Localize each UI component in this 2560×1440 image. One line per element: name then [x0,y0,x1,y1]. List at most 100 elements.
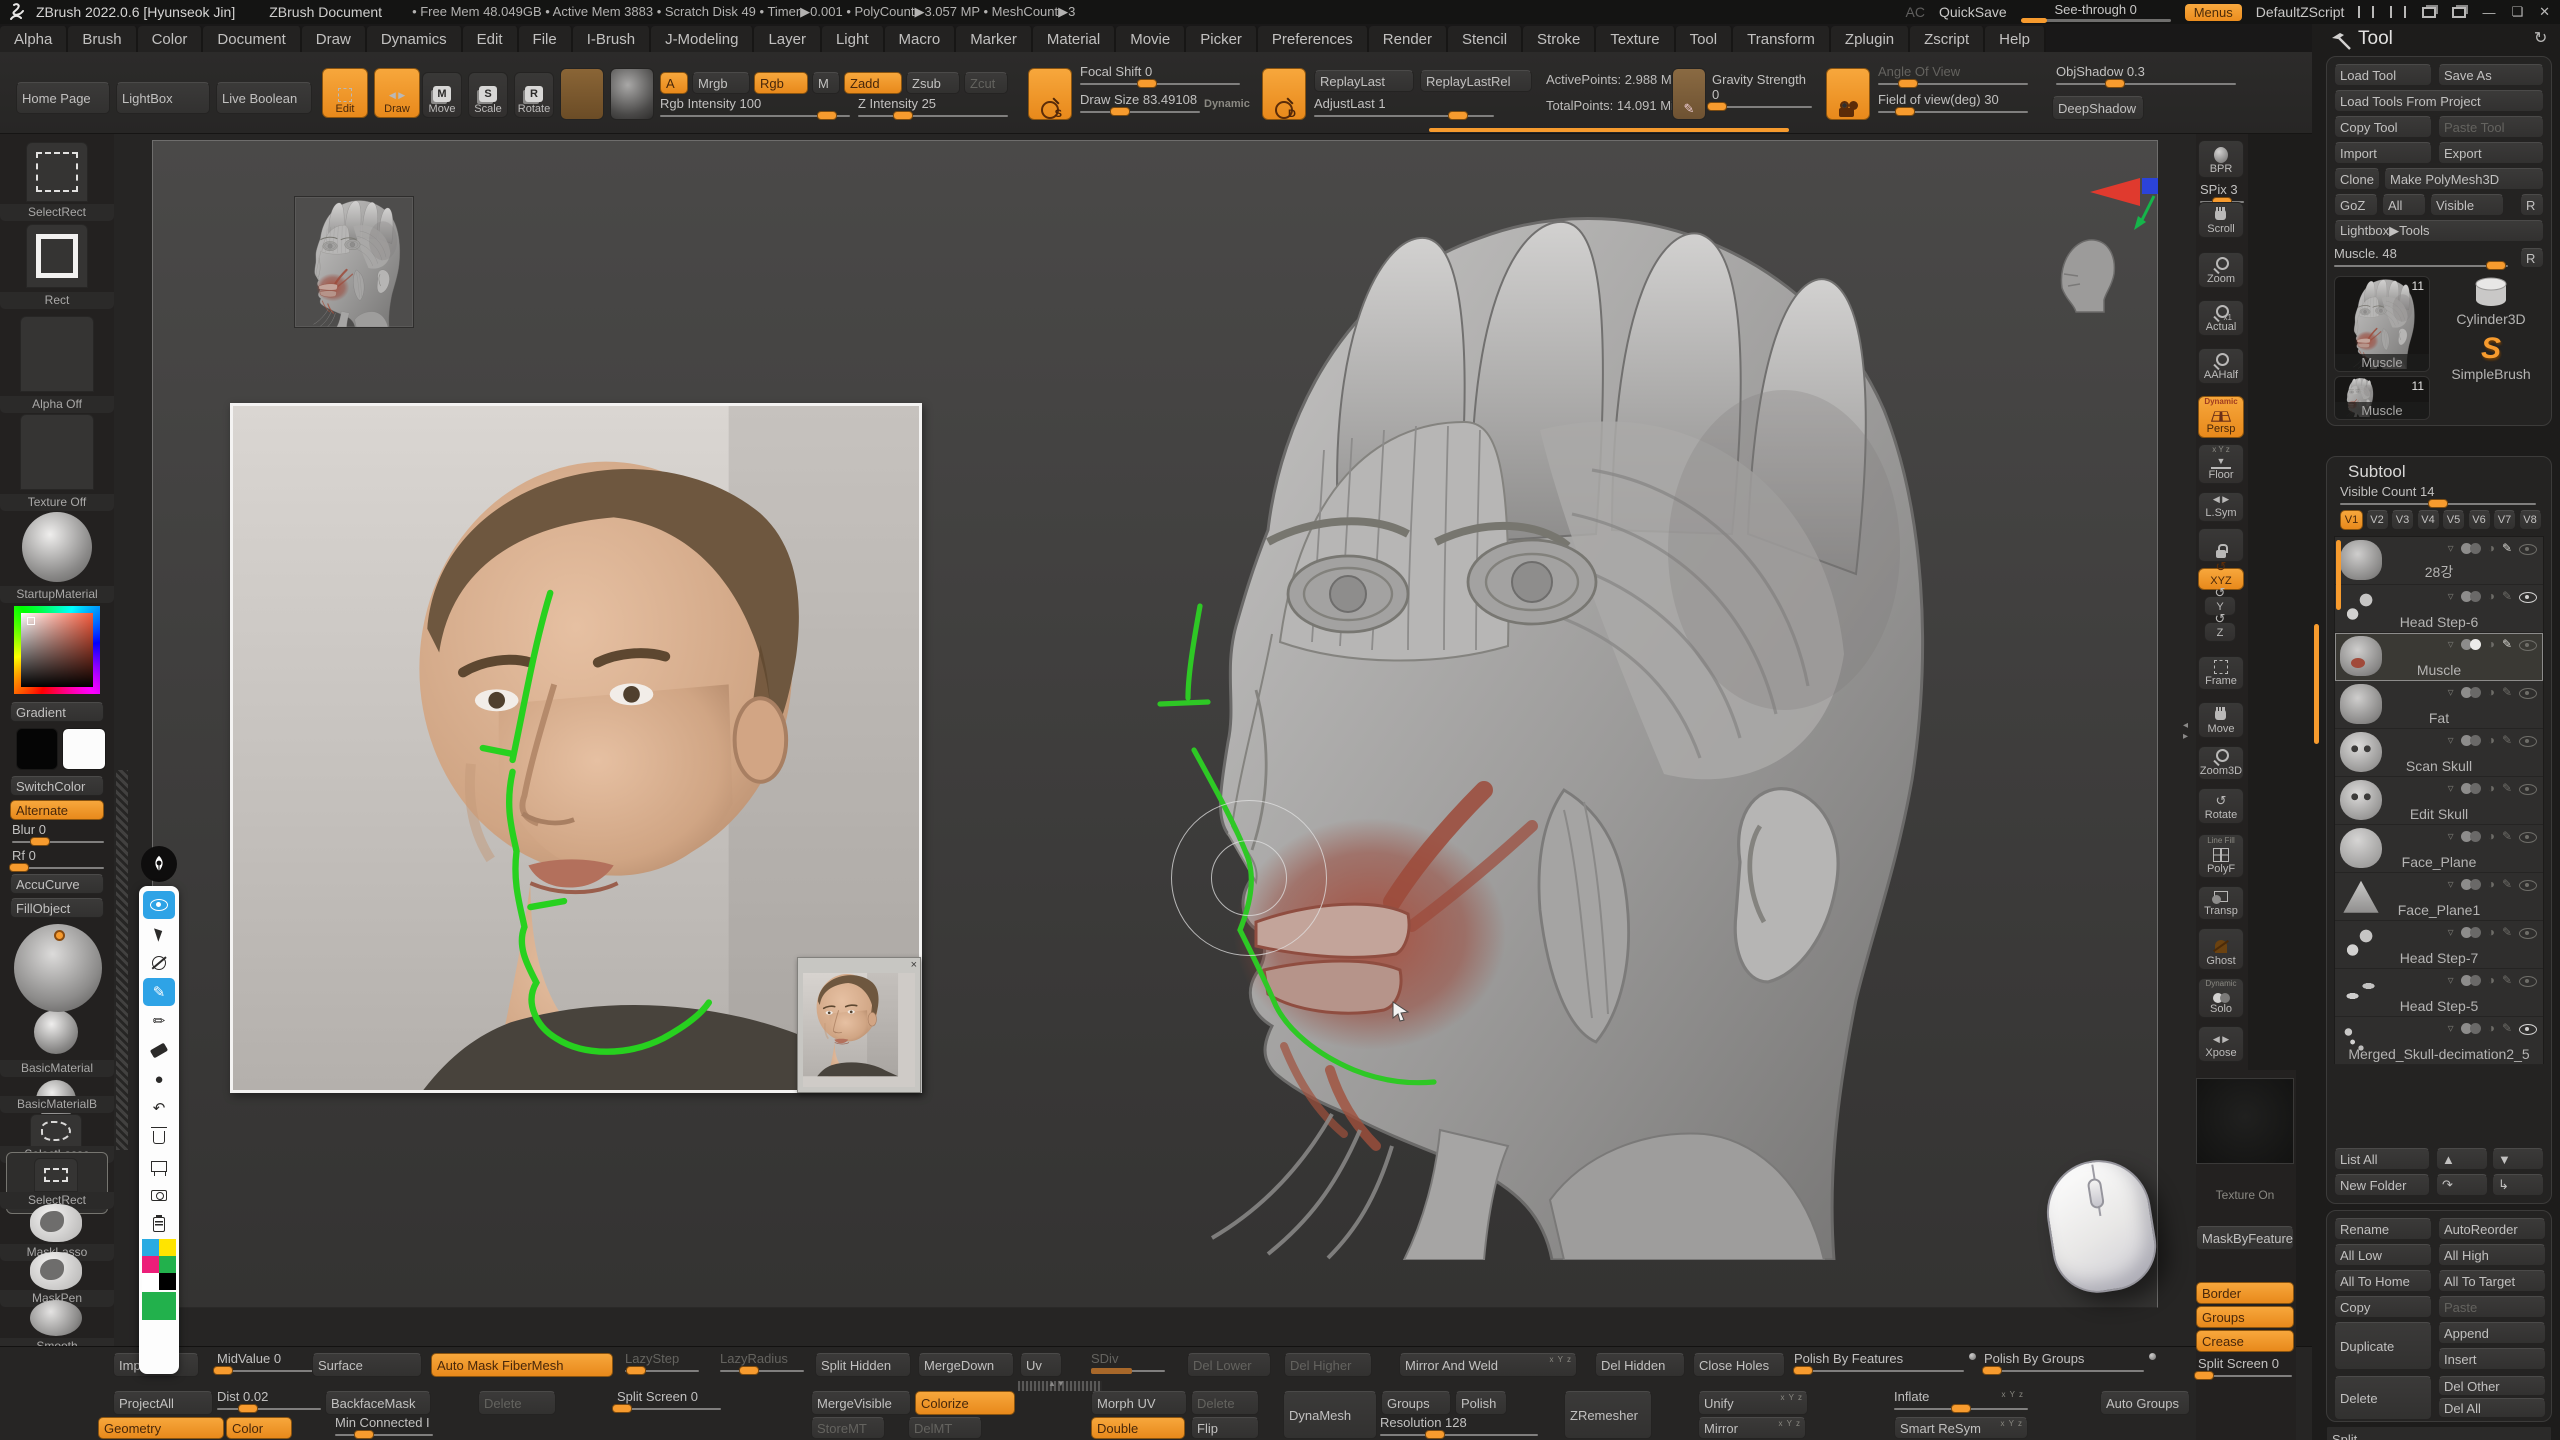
angle-of-view-slider[interactable]: Angle Of View [1878,64,2028,85]
resolution-128-slider[interactable]: Resolution 128 [1380,1415,1538,1436]
slider-handle[interactable] [739,1366,759,1375]
midvalue-0-slider[interactable]: MidValue 0 [217,1351,313,1372]
load-tool-button[interactable]: Load Tool [2334,64,2432,86]
storemt-button[interactable]: StoreMT [811,1417,885,1439]
del-other-button[interactable]: Del Other [2438,1376,2546,1396]
rf-0-slider[interactable]: Rf 0 [12,848,104,869]
selectrect-thumbnail[interactable] [26,142,88,202]
subtool-paintbrush-icon[interactable]: ✎ [2502,829,2512,843]
v-button-1[interactable]: V1 [2340,510,2363,530]
subtool-contrast-icon[interactable]: ◑ [2488,781,2495,795]
save-as-button[interactable]: Save As [2438,64,2544,86]
arrange-windows-icon[interactable] [2422,7,2436,18]
adjustlast-1-slider[interactable]: AdjustLast 1 [1314,96,1494,117]
lightbox-tools-button[interactable]: Lightbox▶Tools [2334,220,2544,242]
menu-brush[interactable]: Brush [68,26,137,52]
menu-color[interactable]: Color [138,26,204,52]
color-swatch[interactable] [142,1256,159,1273]
groups-button[interactable]: Groups [1381,1391,1451,1415]
sdiv-slider[interactable]: SDiv [1091,1351,1165,1372]
camera-lock-button[interactable] [2198,528,2244,562]
stopwatch-icon[interactable] [143,949,175,977]
eraser-icon[interactable] [143,1036,175,1064]
duplicate-button[interactable]: Duplicate [2334,1322,2432,1370]
lightbox-button[interactable]: LightBox [116,82,210,114]
subtool-contrast-icon[interactable]: ◑ [2488,829,2495,843]
draw-mode-button[interactable]: ◀ ▶Draw [374,68,420,118]
frame-button[interactable]: Frame [2198,656,2244,690]
double-button[interactable]: Double [1091,1417,1185,1439]
del-higher-button[interactable]: Del Higher [1284,1353,1372,1377]
subtool-eye-icon[interactable] [2519,638,2537,651]
lazyradius-slider[interactable]: LazyRadius [720,1351,804,1372]
subtool-arrow-icon[interactable]: ▿ [2448,733,2454,747]
item-button[interactable]: ▼ [2492,1148,2544,1170]
tool-thumbnail-cylinder3d[interactable]: Cylinder3D [2438,276,2544,328]
pencil-icon[interactable]: ✏ [143,1007,175,1035]
menu-zplugin[interactable]: Zplugin [1831,26,1910,52]
subtool-row-fat[interactable]: ▿ ◑ ✎ Fat [2335,681,2543,729]
zcut-button[interactable]: Zcut [964,72,1008,94]
muscle-48-slider[interactable]: Muscle. 48 [2334,246,2508,267]
subtool-eye-icon[interactable] [2519,542,2537,555]
delmt-button[interactable]: DelMT [908,1417,982,1439]
menu-tool[interactable]: Tool [1676,26,1734,52]
current-material-thumbnail[interactable] [610,68,654,120]
slider-handle[interactable] [1448,111,1468,120]
projectall-button[interactable]: ProjectAll [113,1391,213,1415]
v-button-7[interactable]: V7 [2493,510,2516,530]
slider-handle[interactable] [1425,1430,1445,1439]
subtool-paintbrush-icon[interactable]: ✎ [2502,541,2512,555]
v-button-5[interactable]: V5 [2442,510,2465,530]
zsub-button[interactable]: Zsub [906,72,960,94]
color-picker[interactable] [14,606,100,694]
gravity-strength-0-slider[interactable]: Gravity Strength 0 [1712,72,1812,108]
easel-icon[interactable] [143,1152,175,1180]
blur-0-slider[interactable]: Blur 0 [12,822,104,843]
see-through-slider[interactable]: See-through 0 [2021,2,2171,22]
subtool-eye-icon[interactable] [2519,1022,2537,1035]
insert-button[interactable]: Insert [2438,1348,2546,1370]
border-button[interactable]: Border [2196,1282,2294,1304]
sculpt-model-head[interactable] [1140,190,1950,1260]
subtool-eye-icon[interactable] [2519,782,2537,795]
dot-icon[interactable]: ● [143,1065,175,1093]
slider-handle[interactable] [626,1366,646,1375]
highlighter-icon[interactable]: ✎ [143,978,175,1006]
subtool-arrow-icon[interactable]: ▿ [2448,973,2454,987]
menu-macro[interactable]: Macro [885,26,957,52]
subtool-arrow-icon[interactable]: ▿ [2448,925,2454,939]
restore-button[interactable]: ❏ [2511,4,2523,20]
rect-thumbnail[interactable] [26,224,88,288]
subtool-arrow-icon[interactable]: ▿ [2448,781,2454,795]
all-to-home-button[interactable]: All To Home [2334,1270,2432,1292]
menu-alpha[interactable]: Alpha [0,26,68,52]
rgb-intensity-100-slider[interactable]: Rgb Intensity 100 [660,96,850,117]
del-lower-button[interactable]: Del Lower [1187,1353,1271,1377]
trash-icon[interactable] [143,1123,175,1151]
selectrect-thumbnail[interactable] [34,1158,78,1192]
minimize-button[interactable]: — [2482,5,2495,20]
delete-button[interactable]: Delete [478,1391,556,1415]
menu-file[interactable]: File [519,26,573,52]
replaylastrel-button[interactable]: ReplayLastRel [1420,70,1532,92]
color-swatch[interactable] [159,1239,176,1256]
cursor-icon[interactable] [143,920,175,948]
paste-button[interactable]: Paste [2438,1296,2546,1318]
menu-help[interactable]: Help [1985,26,2046,52]
split-hidden-button[interactable]: Split Hidden [815,1353,911,1377]
l-sym-button[interactable]: ◀ ▶L.Sym [2198,492,2244,522]
z-intensity-25-slider[interactable]: Z Intensity 25 [858,96,1008,117]
zremesher-button[interactable]: ZRemesher [1564,1391,1652,1439]
right-tray-divider[interactable]: ◂▸ [2183,720,2188,742]
slider-handle[interactable] [9,863,29,872]
ghost-button[interactable]: Ghost [2198,928,2244,970]
mergevisible-button[interactable]: MergeVisible [811,1391,911,1415]
bpr-button[interactable]: BPR [2198,140,2244,178]
subtool-spheres-icon[interactable] [2461,590,2481,603]
inset-close-icon[interactable]: × [911,958,917,972]
subtool-arrow-icon[interactable]: ▿ [2448,589,2454,603]
alpha-off-thumbnail[interactable] [20,316,94,392]
subtool-contrast-icon[interactable]: ◑ [2488,973,2495,987]
camera-view-button[interactable] [1826,68,1870,120]
